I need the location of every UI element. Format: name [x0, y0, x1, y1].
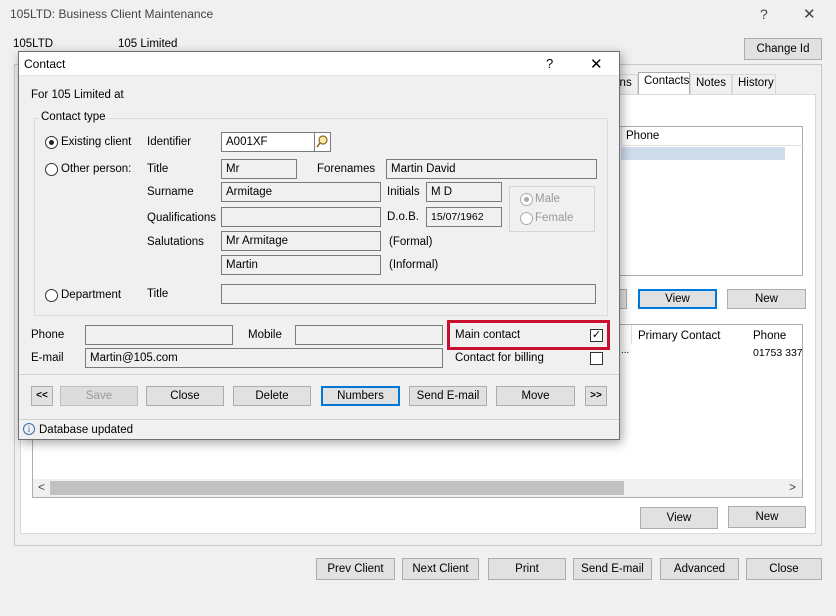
window-close-icon[interactable]: ✕	[803, 5, 816, 23]
department-radio[interactable]	[45, 289, 58, 302]
email-input[interactable]: Martin@105.com	[85, 348, 443, 368]
status-text: Database updated	[39, 424, 133, 436]
department-label[interactable]: Department	[61, 289, 121, 301]
delete-button[interactable]: Delete	[233, 386, 311, 406]
upper-view-button[interactable]: View	[638, 289, 717, 309]
initials-label: Initials	[387, 186, 420, 198]
dob-input[interactable]: 15/07/1962	[426, 207, 502, 227]
identifier-search-icon[interactable]	[315, 132, 331, 152]
salutation-formal-input[interactable]: Mr Armitage	[221, 231, 381, 251]
existing-client-radio[interactable]	[45, 136, 58, 149]
first-record-button[interactable]: <<	[31, 386, 53, 406]
tab-history[interactable]: History	[732, 74, 776, 94]
prev-client-button[interactable]: Prev Client	[316, 558, 395, 580]
horizontal-scrollbar[interactable]: < >	[33, 479, 802, 497]
other-person-radio[interactable]	[45, 163, 58, 176]
lower-view-button[interactable]: View	[640, 507, 718, 529]
close-button[interactable]: Close	[746, 558, 822, 580]
dob-label: D.o.B.	[387, 211, 419, 223]
dept-title-label: Title	[147, 288, 169, 300]
formal-label: (Formal)	[389, 236, 433, 248]
salutations-label: Salutations	[147, 236, 204, 248]
window-title: 105LTD: Business Client Maintenance	[10, 7, 214, 21]
help-button[interactable]: ?	[760, 6, 768, 22]
lower-list-row-dots: ...	[621, 345, 630, 356]
main-contact-checkbox[interactable]: ✓	[590, 329, 603, 342]
for-text: For 105 Limited at	[31, 89, 124, 101]
info-icon: i	[23, 423, 35, 435]
female-radio[interactable]	[520, 212, 533, 225]
client-id: 105LTD	[13, 38, 54, 50]
save-button[interactable]: Save	[60, 386, 138, 406]
lower-list-row-phone: 01753 337	[753, 347, 803, 359]
initials-input[interactable]: M D	[426, 182, 502, 202]
forenames-label: Forenames	[317, 163, 376, 175]
qualifications-label: Qualifications	[147, 212, 217, 224]
tab-contacts[interactable]: Contacts	[638, 72, 690, 94]
main-contact-label: Main contact	[455, 329, 521, 341]
existing-client-label[interactable]: Existing client	[61, 136, 131, 148]
male-radio[interactable]	[520, 193, 533, 206]
surname-input[interactable]: Armitage	[221, 182, 381, 202]
print-button[interactable]: Print	[488, 558, 566, 580]
dialog-separator	[19, 374, 619, 375]
scroll-left-arrow[interactable]: <	[38, 480, 45, 494]
numbers-button[interactable]: Numbers	[321, 386, 400, 406]
upper-list-header-phone: Phone	[626, 130, 660, 142]
dialog-help-button[interactable]: ?	[546, 56, 553, 71]
lower-new-button[interactable]: New	[728, 506, 806, 528]
female-label[interactable]: Female	[535, 212, 573, 224]
forenames-input[interactable]: Martin David	[386, 159, 597, 179]
phone-label: Phone	[31, 329, 65, 341]
identifier-input[interactable]: A001XF	[221, 132, 315, 152]
qualifications-input[interactable]	[221, 207, 381, 227]
scroll-thumb[interactable]	[50, 481, 624, 495]
mobile-input[interactable]	[295, 325, 443, 345]
contact-dialog: Contact ? ✕ For 105 Limited at Contact t…	[18, 51, 620, 440]
dialog-send-email-button[interactable]: Send E-mail	[409, 386, 487, 406]
lower-list-header-phone: Phone	[753, 330, 787, 342]
identifier-label: Identifier	[147, 136, 192, 148]
dialog-title: Contact	[24, 57, 66, 71]
dialog-close-button[interactable]: Close	[146, 386, 224, 406]
move-button[interactable]: Move	[496, 386, 575, 406]
last-record-button[interactable]: >>	[585, 386, 607, 406]
male-label[interactable]: Male	[535, 193, 560, 205]
send-email-button[interactable]: Send E-mail	[573, 558, 652, 580]
other-person-label[interactable]: Other person:	[61, 163, 131, 175]
billing-checkbox[interactable]	[590, 352, 603, 365]
tab-notes[interactable]: Notes	[690, 74, 732, 94]
advanced-button[interactable]: Advanced	[660, 558, 739, 580]
title-input[interactable]: Mr	[221, 159, 297, 179]
title-label: Title	[147, 163, 169, 175]
scroll-right-arrow[interactable]: >	[789, 480, 796, 494]
informal-label: (Informal)	[389, 259, 439, 271]
dialog-titlebar	[19, 52, 619, 76]
dept-title-input[interactable]	[221, 284, 596, 304]
upper-list-selected-row[interactable]	[621, 147, 785, 160]
email-label: E-mail	[31, 352, 64, 364]
client-name: 105 Limited	[118, 38, 178, 50]
surname-label: Surname	[147, 186, 194, 198]
next-client-button[interactable]: Next Client	[402, 558, 479, 580]
billing-label: Contact for billing	[455, 352, 544, 364]
upper-new-button[interactable]: New	[727, 289, 806, 309]
lower-list-header-primary: Primary Contact	[638, 330, 721, 342]
contact-type-label: Contact type	[39, 111, 108, 123]
change-id-button[interactable]: Change Id	[744, 38, 822, 60]
salutation-informal-input[interactable]: Martin	[221, 255, 381, 275]
mobile-label: Mobile	[248, 329, 282, 341]
phone-input[interactable]	[85, 325, 233, 345]
dialog-close-icon[interactable]: ✕	[590, 55, 603, 73]
